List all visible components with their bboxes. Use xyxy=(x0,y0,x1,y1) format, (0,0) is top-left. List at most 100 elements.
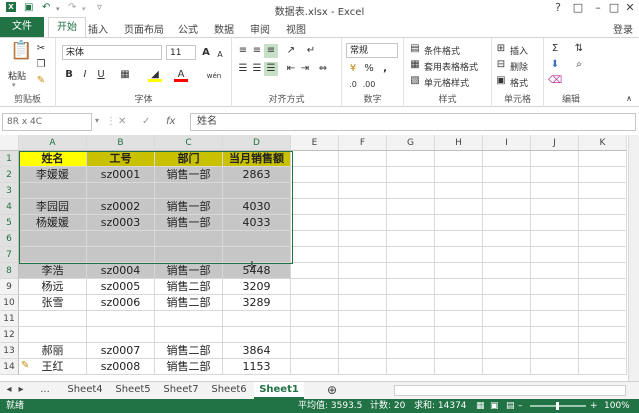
column-header-i[interactable]: I xyxy=(483,135,531,151)
tab-formulas[interactable]: 公式 xyxy=(178,21,198,36)
table-cell[interactable] xyxy=(291,279,339,295)
enter-icon[interactable]: ✓ xyxy=(142,116,150,127)
table-cell[interactable] xyxy=(387,247,435,263)
table-cell[interactable] xyxy=(155,231,223,247)
table-cell[interactable]: 李园园 xyxy=(19,199,87,215)
table-cell[interactable] xyxy=(387,199,435,215)
table-cell[interactable]: 销售二部 xyxy=(155,343,223,359)
underline-button[interactable]: U xyxy=(94,68,108,82)
name-box-dropdown-icon[interactable]: ▾ xyxy=(95,116,99,125)
table-cell[interactable] xyxy=(531,247,579,263)
table-cell[interactable]: 杨远 xyxy=(19,279,87,295)
table-cell[interactable] xyxy=(339,231,387,247)
table-cell[interactable] xyxy=(579,311,627,327)
table-cell[interactable]: sz0008 xyxy=(87,359,155,375)
table-cell[interactable]: 李媛媛 xyxy=(19,167,87,183)
table-cell[interactable] xyxy=(483,167,531,183)
row-header-13[interactable]: 13 xyxy=(0,343,19,359)
formula-input[interactable]: 姓名 xyxy=(190,113,636,131)
table-cell[interactable] xyxy=(339,167,387,183)
percent-button[interactable]: % xyxy=(362,62,376,76)
table-cell[interactable] xyxy=(339,311,387,327)
paste-label[interactable]: 粘贴 xyxy=(8,69,26,82)
row-header-14[interactable]: 14 xyxy=(0,359,19,375)
column-header-f[interactable]: F xyxy=(339,135,387,151)
row-header-5[interactable]: 5 xyxy=(0,215,19,231)
bottom-align-icon[interactable]: ≡ xyxy=(264,44,278,58)
row-header-1[interactable]: 1 xyxy=(0,151,19,167)
table-cell[interactable]: 销售二部 xyxy=(155,295,223,311)
increase-indent-icon[interactable]: ⇥ xyxy=(298,62,312,76)
table-cell[interactable]: sz0003 xyxy=(87,215,155,231)
tab-sheet6[interactable]: Sheet6 xyxy=(206,382,252,399)
table-cell[interactable] xyxy=(387,279,435,295)
table-cell[interactable] xyxy=(387,343,435,359)
table-cell[interactable] xyxy=(531,263,579,279)
table-cell[interactable] xyxy=(531,199,579,215)
delete-cells-icon[interactable]: ⊟ xyxy=(494,58,508,72)
bold-button[interactable]: B xyxy=(62,68,76,82)
table-cell[interactable] xyxy=(387,327,435,343)
row-header-2[interactable]: 2 xyxy=(0,167,19,183)
column-header-k[interactable]: K xyxy=(579,135,627,151)
table-cell[interactable] xyxy=(291,295,339,311)
table-cell[interactable] xyxy=(339,343,387,359)
scroll-sheets-right-icon[interactable]: ▸ xyxy=(16,382,26,399)
align-left-icon[interactable]: ☰ xyxy=(236,62,250,76)
help-icon[interactable]: ? xyxy=(550,1,566,14)
row-header-3[interactable]: 3 xyxy=(0,183,19,199)
table-cell[interactable] xyxy=(291,359,339,375)
table-cell[interactable]: 2863 xyxy=(223,167,291,183)
table-cell[interactable] xyxy=(387,151,435,167)
paste-icon[interactable]: 📋 xyxy=(10,42,32,66)
wrap-text-icon[interactable]: ↵ xyxy=(304,44,318,58)
column-header-e[interactable]: E xyxy=(291,135,339,151)
row-header-8[interactable]: 8 xyxy=(0,263,19,279)
format-painter-icon[interactable]: ✎ xyxy=(34,74,48,88)
table-cell[interactable] xyxy=(579,359,627,375)
table-cell[interactable] xyxy=(483,151,531,167)
insert-cells-icon[interactable]: ⊞ xyxy=(494,42,508,56)
table-cell[interactable] xyxy=(579,279,627,295)
table-cell[interactable] xyxy=(531,231,579,247)
table-cell[interactable] xyxy=(483,359,531,375)
orientation-icon[interactable]: ↗ xyxy=(284,44,298,58)
grow-font-icon[interactable]: A xyxy=(199,46,213,60)
tab-view[interactable]: 视图 xyxy=(286,21,306,36)
table-cell[interactable] xyxy=(387,311,435,327)
table-cell[interactable] xyxy=(483,279,531,295)
column-title-cell[interactable]: 部门 xyxy=(155,151,223,167)
table-cell[interactable] xyxy=(579,343,627,359)
zoom-level[interactable]: 100% xyxy=(604,399,630,413)
table-cell[interactable] xyxy=(579,295,627,311)
collapse-ribbon-icon[interactable]: ∧ xyxy=(622,92,636,106)
comma-button[interactable]: , xyxy=(378,62,392,76)
tab-page-layout[interactable]: 页面布局 xyxy=(124,21,164,36)
table-cell[interactable] xyxy=(291,311,339,327)
table-cell[interactable] xyxy=(435,263,483,279)
close-icon[interactable]: ✕ xyxy=(622,1,638,14)
select-all-corner[interactable] xyxy=(0,135,19,151)
table-cell[interactable] xyxy=(339,279,387,295)
cancel-icon[interactable]: ✕ xyxy=(118,116,126,127)
table-cell[interactable] xyxy=(579,151,627,167)
table-cell[interactable] xyxy=(339,295,387,311)
page-layout-view-icon[interactable]: ▣ xyxy=(490,399,499,413)
table-cell[interactable] xyxy=(435,215,483,231)
ribbon-options-icon[interactable]: □ xyxy=(570,1,586,14)
table-cell[interactable] xyxy=(483,183,531,199)
format-cells-icon[interactable]: ▣ xyxy=(494,74,508,88)
autosum-button[interactable]: Σ xyxy=(548,42,562,56)
table-cell[interactable] xyxy=(291,343,339,359)
tab-sheet1[interactable]: Sheet1 xyxy=(254,382,304,399)
table-cell[interactable]: 销售一部 xyxy=(155,199,223,215)
row-header-6[interactable]: 6 xyxy=(0,231,19,247)
zoom-slider-thumb[interactable] xyxy=(556,402,559,410)
shrink-font-icon[interactable]: A xyxy=(213,48,227,62)
conditional-format-icon[interactable]: ▤ xyxy=(408,42,422,56)
table-cell[interactable] xyxy=(339,151,387,167)
font-name-select[interactable]: 宋体 xyxy=(62,45,162,60)
cell-styles-button[interactable]: 单元格样式 xyxy=(424,76,469,89)
format-as-table-icon[interactable]: ▦ xyxy=(408,58,422,72)
cut-icon[interactable]: ✂ xyxy=(34,42,48,56)
